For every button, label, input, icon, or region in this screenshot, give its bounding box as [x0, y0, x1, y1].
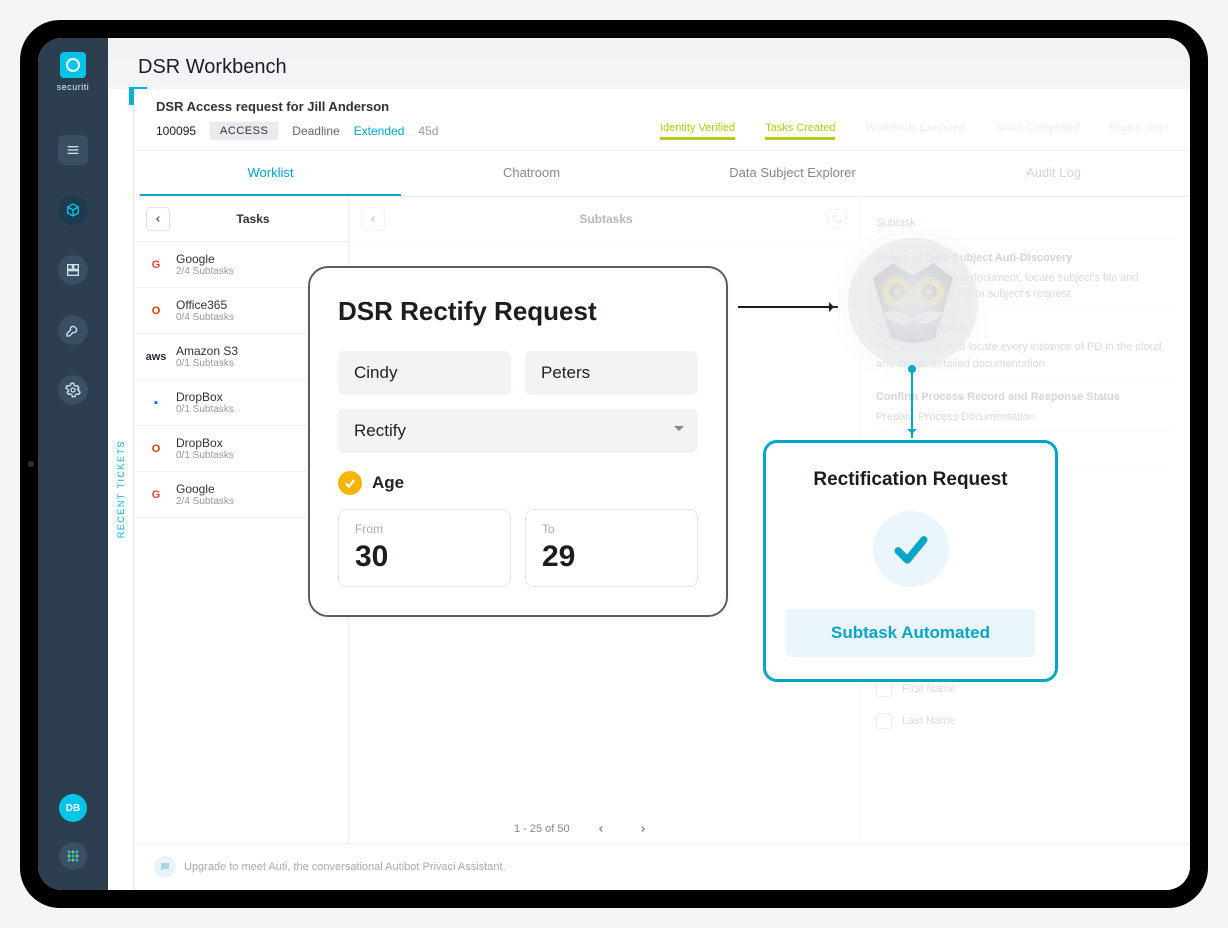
recent-tickets-strip: RECENT TICKETS — [108, 89, 134, 890]
checkbox[interactable] — [876, 713, 892, 729]
age-from-box[interactable]: From 30 — [338, 509, 511, 587]
tab-data-subject-explorer[interactable]: Data Subject Explorer — [662, 151, 923, 196]
nav-wrench-icon[interactable] — [58, 315, 88, 345]
detail-block3-text: Prepare Process Documentation — [876, 411, 1035, 423]
tab-audit-log[interactable]: Audit Log — [923, 151, 1184, 196]
task-subtask-count: 0/1 Subtasks — [176, 450, 234, 461]
page-title: DSR Workbench — [138, 56, 1160, 79]
nav-dashboard-icon[interactable] — [58, 255, 88, 285]
detail-panel: Subtask Scope of Data Subject Auti-Disco… — [860, 197, 1190, 843]
action-select[interactable]: Rectify — [338, 409, 698, 453]
request-header: DSR Access request for Jill Anderson 100… — [134, 89, 1190, 151]
task-name: Google — [176, 252, 234, 266]
app-sidebar: securiti DB — [38, 38, 108, 890]
nav-gear-icon[interactable] — [58, 375, 88, 405]
step-tasks-completed: Tasks Completed — [995, 122, 1079, 140]
task-subtask-count: 0/1 Subtasks — [176, 404, 234, 415]
task-name: DropBox — [176, 390, 234, 404]
task-app-icon: G — [146, 485, 166, 505]
detail-block3-title: Confirm Process Record and Response Stat… — [876, 389, 1174, 406]
task-subtask-count: 2/4 Subtasks — [176, 496, 234, 507]
task-name: Office365 — [176, 298, 234, 312]
pagination-text: 1 - 25 of 50 — [514, 823, 570, 835]
last-name-field[interactable]: Peters — [525, 351, 698, 395]
tasks-back-button[interactable] — [146, 207, 170, 231]
step-identity-verified: Identity Verified — [660, 122, 735, 140]
attribute-label: Age — [372, 473, 404, 493]
rectify-request-modal: DSR Rectify Request Cindy Peters Rectify… — [308, 266, 728, 617]
tasks-header: Tasks — [170, 212, 336, 226]
tab-chatroom[interactable]: Chatroom — [401, 151, 662, 196]
brand: securiti — [57, 52, 90, 92]
checkbox[interactable] — [876, 557, 892, 573]
deadline-label: Deadline — [292, 124, 339, 138]
check-circle-icon — [338, 471, 362, 495]
deadline-days: 45d — [418, 124, 438, 138]
detail-block4-title: Retention Log — [876, 442, 1174, 459]
request-id: 100095 — [156, 124, 196, 138]
recent-tickets-label: RECENT TICKETS — [116, 440, 126, 538]
task-app-icon: O — [146, 301, 166, 321]
chat-bubble-icon[interactable] — [154, 856, 176, 878]
tabs: Worklist Chatroom Data Subject Explorer … — [134, 151, 1190, 197]
step-workflows-executed: Workflows Executed — [865, 122, 964, 140]
task-name: Google — [176, 482, 234, 496]
next-page-button[interactable] — [632, 818, 654, 840]
rectify-modal-title: DSR Rectify Request — [338, 296, 698, 327]
detail-heading: Subtask — [876, 217, 916, 229]
task-subtask-count: 0/1 Subtasks — [176, 358, 238, 369]
tab-worklist[interactable]: Worklist — [140, 151, 401, 196]
task-app-icon: aws — [146, 347, 166, 367]
first-name-field[interactable]: Cindy — [338, 351, 511, 395]
from-label: From — [355, 522, 494, 536]
task-app-icon: ▪ — [146, 393, 166, 413]
detail-block1-text: Using the attached document, locate subj… — [876, 272, 1139, 301]
detail-block2-text: Use automation to locate every instance … — [876, 341, 1165, 370]
brand-logo-icon — [60, 52, 86, 78]
age-to-box[interactable]: To 29 — [525, 509, 698, 587]
prev-page-button[interactable] — [590, 818, 612, 840]
checkbox[interactable] — [876, 589, 892, 605]
user-avatar[interactable]: DB — [59, 794, 87, 822]
to-label: To — [542, 522, 681, 536]
subtasks-header: Subtasks — [385, 212, 827, 226]
footer-message: Upgrade to meet Auti, the conversational… — [184, 861, 506, 873]
nav-cube-icon[interactable] — [58, 195, 88, 225]
step-tasks-created: Tasks Created — [765, 122, 835, 140]
deadline-status: Extended — [354, 124, 405, 138]
request-title: DSR Access request for Jill Anderson — [156, 99, 1168, 114]
detail-block1-title: Scope of Data Subject Auti-Discovery — [876, 250, 1174, 267]
detail-block2-title: Create PD Report — [876, 320, 1174, 337]
task-app-icon: G — [146, 255, 166, 275]
step-report-sent: Report Sent — [1109, 122, 1168, 140]
apps-grid-icon[interactable] — [59, 842, 87, 870]
menu-icon[interactable] — [58, 135, 88, 165]
pagination: 1 - 25 of 50 — [514, 818, 654, 840]
request-type-badge: ACCESS — [210, 122, 278, 140]
task-subtask-count: 2/4 Subtasks — [176, 266, 234, 277]
subtasks-back-button[interactable] — [361, 207, 385, 231]
progress-steps: Identity Verified Tasks Created Workflow… — [660, 122, 1168, 140]
task-name: DropBox — [176, 436, 234, 450]
brand-name: securiti — [57, 82, 90, 92]
task-name: Amazon S3 — [176, 344, 238, 358]
to-value: 29 — [542, 540, 681, 574]
from-value: 30 — [355, 540, 494, 574]
task-subtask-count: 0/4 Subtasks — [176, 312, 234, 323]
task-app-icon: O — [146, 439, 166, 459]
checkbox[interactable] — [876, 681, 892, 697]
expand-subtasks-button[interactable] — [827, 209, 847, 229]
